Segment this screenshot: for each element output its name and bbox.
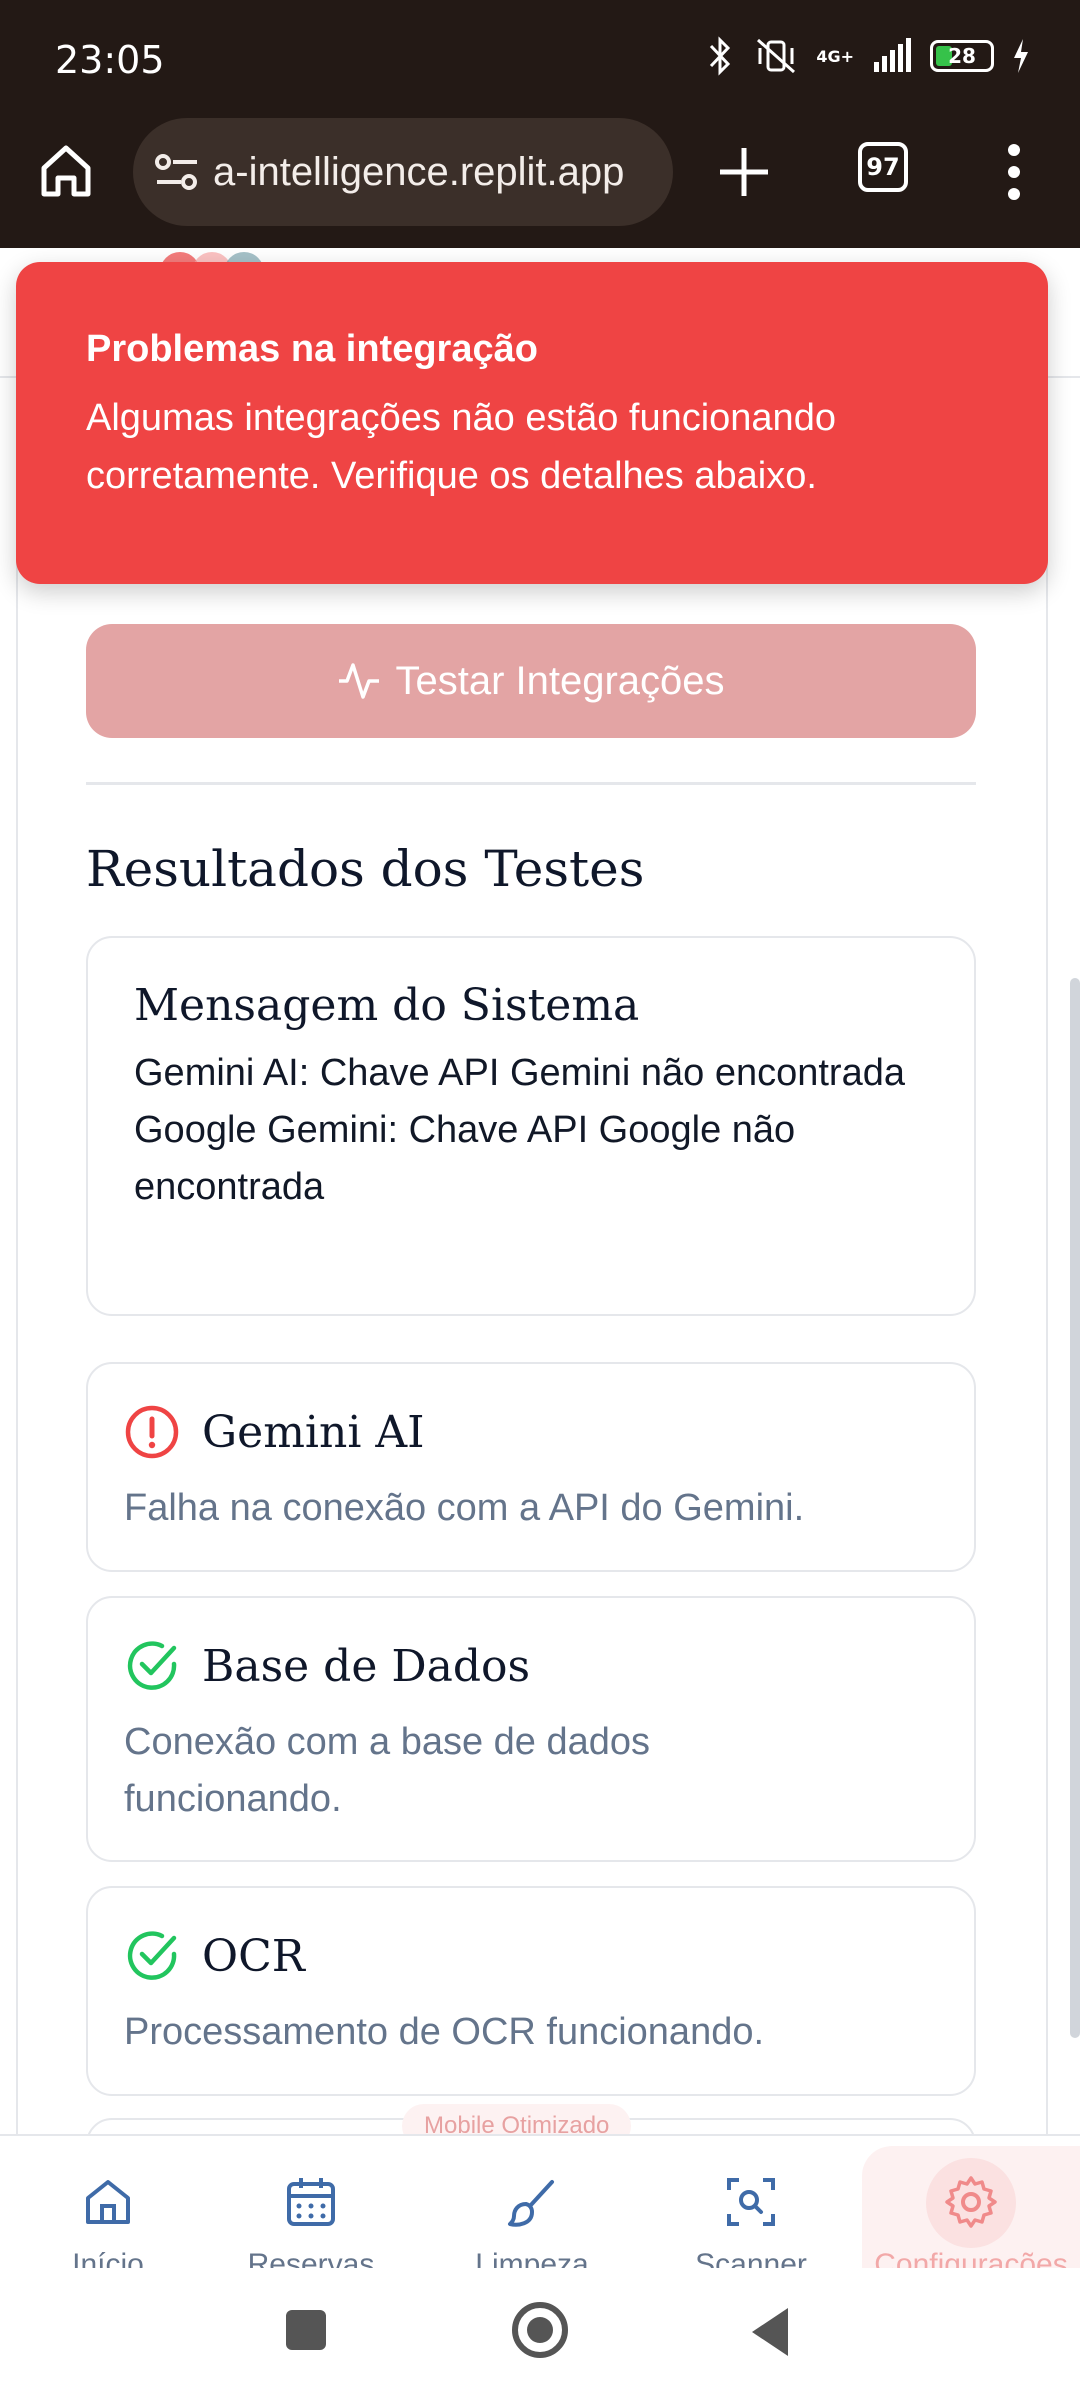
result-card-database: Base de Dados Conexão com a base de dado… xyxy=(86,1596,976,1862)
check-circle-icon xyxy=(127,1641,177,1690)
tab-switcher-button[interactable]: 97 xyxy=(858,142,908,192)
nav-item-limpeza[interactable]: Limpeza xyxy=(424,2174,640,2268)
error-icon xyxy=(125,1405,179,1459)
nav-label: Scanner xyxy=(695,2248,807,2268)
check-circle-icon xyxy=(127,1931,177,1980)
system-message-box: Mensagem do Sistema Gemini AI: Chave API… xyxy=(86,936,976,1316)
result-name: Gemini AI xyxy=(202,1406,425,1458)
recents-button[interactable] xyxy=(286,2310,326,2350)
new-tab-icon[interactable] xyxy=(712,140,776,204)
status-icons: 4G+ 28 xyxy=(706,36,1030,76)
nav-item-scanner[interactable]: Scanner xyxy=(643,2174,859,2268)
test-integrations-label: Testar Integrações xyxy=(395,658,725,703)
result-name: Base de Dados xyxy=(202,1640,531,1692)
status-time: 23:05 xyxy=(55,38,165,82)
brush-icon xyxy=(508,2180,554,2227)
result-card-gemini: Gemini AI Falha na conexão com a API do … xyxy=(86,1362,976,1572)
nav-label: Configurações xyxy=(874,2248,1068,2268)
network-type: 4G+ xyxy=(816,46,854,66)
system-message-line: Google Gemini: Chave API Google não enco… xyxy=(134,1109,796,1208)
nav-label: Limpeza xyxy=(475,2248,589,2268)
back-button[interactable] xyxy=(752,2308,788,2356)
system-message-line: Gemini AI: Chave API Gemini não encontra… xyxy=(134,1052,905,1094)
nav-item-reservas[interactable]: Reservas xyxy=(203,2174,419,2268)
result-name: OCR xyxy=(202,1930,305,1982)
result-description: Conexão com a base de dados funcionando. xyxy=(124,1721,651,1820)
charging-icon xyxy=(1014,39,1028,73)
signal-icon xyxy=(874,38,911,72)
gear-icon xyxy=(945,2176,997,2228)
section-title: Resultados dos Testes xyxy=(86,840,645,898)
mute-vibrate-icon xyxy=(757,38,796,74)
test-integrations-button[interactable]: Testar Integrações xyxy=(86,624,976,738)
battery-icon: 28 xyxy=(930,40,994,72)
activity-icon xyxy=(339,663,380,699)
bluetooth-icon xyxy=(710,36,731,76)
toast-body: Algumas integrações não estão funcionand… xyxy=(86,397,836,497)
toast-title: Problemas na integração xyxy=(86,328,538,370)
address-bar[interactable]: a-intelligence.replit.app xyxy=(133,118,673,226)
url-text: a-intelligence.replit.app xyxy=(213,149,625,194)
error-toast[interactable]: Problemas na integração Algumas integraç… xyxy=(16,262,1048,584)
status-bar: 23:05 4G+ 28 xyxy=(0,0,1080,118)
home-button[interactable] xyxy=(512,2302,568,2358)
scrollbar[interactable] xyxy=(1070,978,1080,2038)
home-icon[interactable] xyxy=(36,140,96,200)
nav-label: Reservas xyxy=(247,2248,375,2268)
scan-icon xyxy=(727,2178,775,2226)
home-icon xyxy=(86,2180,130,2224)
nav-item-inicio[interactable]: Início xyxy=(0,2174,216,2268)
bottom-navigation: Início Reservas Limpeza Scanner Configur… xyxy=(0,2134,1080,2268)
calendar-icon xyxy=(287,2178,335,2226)
mobile-optimized-badge: Mobile Otimizado xyxy=(402,2104,632,2134)
nav-item-configuracoes[interactable]: Configurações xyxy=(863,2174,1079,2268)
system-navigation-bar xyxy=(0,2268,1080,2400)
browser-toolbar: a-intelligence.replit.app 97 xyxy=(0,118,1080,248)
divider xyxy=(86,782,976,785)
system-message-title: Mensagem do Sistema xyxy=(134,980,640,1031)
more-menu-icon[interactable] xyxy=(996,140,1032,204)
result-description: Falha na conexão com a API do Gemini. xyxy=(124,1487,805,1529)
nav-label: Início xyxy=(72,2248,144,2268)
result-card-ocr: OCR Processamento de OCR funcionando. xyxy=(86,1886,976,2096)
result-description: Processamento de OCR funcionando. xyxy=(124,2011,765,2053)
site-settings-icon[interactable] xyxy=(153,152,203,192)
